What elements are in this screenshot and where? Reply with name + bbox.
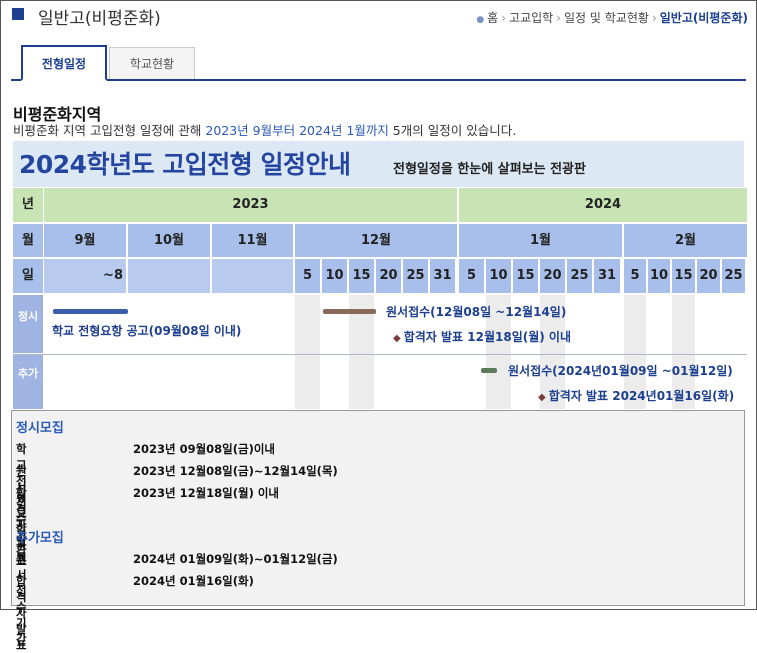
- day-cell: 25: [403, 259, 428, 293]
- day-oct: [128, 259, 210, 293]
- breadcrumb-schedule[interactable]: 일정 및 학교현황: [564, 11, 649, 25]
- additional-title: 추가모집: [16, 531, 64, 546]
- day-cell: 10: [486, 259, 511, 293]
- row-key: 합격자발표: [16, 574, 27, 652]
- day-cell: 5: [459, 259, 484, 293]
- banner-title: 2024학년도 고입전형 일정안내: [19, 150, 351, 179]
- chevron-right-icon: ›: [556, 11, 562, 25]
- year-2024: 2024: [459, 188, 747, 222]
- title-bullet-icon: [12, 8, 24, 20]
- intro-text: 비평준화 지역 고입전형 일정에 관해 2023년 9월부터 2024년 1월까…: [13, 120, 516, 139]
- month-oct: 10월: [128, 224, 210, 257]
- day-cell: 25: [722, 259, 745, 293]
- event-add-result: ◆ 합격자 발표 2024년01월16일(화): [538, 387, 734, 404]
- chevron-right-icon: ›: [651, 11, 657, 25]
- label-additional-text: 추가: [17, 367, 39, 380]
- label-regular: 정시: [13, 295, 43, 353]
- tab-schedule[interactable]: 전형일정: [21, 45, 107, 81]
- row-value: 2023년 09월08일(금)이내: [133, 442, 276, 456]
- day-cell: 15: [349, 259, 374, 293]
- day-cell: 15: [513, 259, 538, 293]
- day-row-label: 일: [13, 259, 43, 293]
- day-cell: 15: [672, 259, 695, 293]
- banner-subtitle: 전형일정을 한눈에 살펴보는 전광판: [393, 162, 586, 177]
- day-cell: 10: [648, 259, 670, 293]
- breadcrumb-bullet-icon: ●: [476, 15, 485, 25]
- regular-title: 정시모집: [16, 421, 64, 436]
- day-cell: 10: [322, 259, 347, 293]
- month-row-label: 월: [13, 224, 43, 257]
- year-2023: 2023: [44, 188, 457, 222]
- event-application: 원서접수(12월08일 ~12월14일): [386, 305, 567, 319]
- chevron-right-icon: ›: [501, 11, 507, 25]
- week-stripe: [295, 295, 320, 409]
- month-dec: 12월: [295, 224, 457, 257]
- day-cell: 5: [624, 259, 646, 293]
- event-bar-add-application: [481, 368, 497, 373]
- day-cell: 31: [594, 259, 620, 293]
- month-nov: 11월: [212, 224, 293, 257]
- row-value: 2023년 12월18일(월) 이내: [133, 486, 280, 500]
- month-sep: 9월: [44, 224, 126, 257]
- intro-pre: 비평준화 지역 고입전형 일정에 관해: [13, 123, 206, 138]
- label-regular-text: 정시: [17, 310, 39, 323]
- month-jan: 1월: [459, 224, 622, 257]
- year-row-label: 년: [13, 188, 43, 222]
- breadcrumb-admission[interactable]: 고교입학: [509, 11, 553, 25]
- event-add-application: 원서접수(2024년01월09일 ~01월12일): [508, 364, 733, 378]
- row-value: 2024년 01월09일(화)~01월12일(금): [133, 552, 338, 566]
- day-cell: 20: [697, 259, 720, 293]
- label-additional: 추가: [13, 354, 43, 409]
- schedule-banner: 2024학년도 고입전형 일정안내 전형일정을 한눈에 살펴보는 전광판: [13, 141, 744, 187]
- breadcrumb-home[interactable]: 홈: [487, 11, 498, 25]
- row-value: 2023년 12월08일(금)~12월14일(목): [133, 464, 338, 478]
- schedule-detail-box: 정시모집 학교 전형요항 공고 2023년 09월08일(금)이내 원서접수기간 2…: [11, 410, 745, 652]
- tab-underline: [11, 79, 746, 81]
- tab-school-status[interactable]: 학교현황: [109, 47, 195, 79]
- breadcrumb: ● 홈 › 고교입학 › 일정 및 학교현황 › 일반고(비평준화): [476, 9, 748, 26]
- intro-post: 5개의 일정이 있습니다.: [388, 123, 517, 138]
- day-cell: 20: [376, 259, 401, 293]
- breadcrumb-current: 일반고(비평준화): [659, 11, 748, 25]
- event-bar-application: [323, 309, 376, 314]
- day-nov: [212, 259, 293, 293]
- day-cell: 5: [295, 259, 320, 293]
- day-cell: 25: [567, 259, 592, 293]
- day-sep: ~8: [44, 259, 126, 293]
- diamond-icon: ◆: [538, 392, 546, 403]
- month-feb: 2월: [624, 224, 747, 257]
- day-cell: 20: [540, 259, 565, 293]
- intro-range: 2023년 9월부터 2024년 1월까지: [205, 123, 389, 138]
- diamond-icon: ◆: [393, 333, 401, 344]
- event-divider: [13, 354, 747, 355]
- day-cell: 31: [430, 259, 455, 293]
- event-result-text: 합격자 발표 12월18일(월) 이내: [403, 330, 572, 344]
- event-add-result-text: 합격자 발표 2024년01월16일(화): [548, 389, 735, 403]
- event-bar-announce: [53, 309, 128, 314]
- row-value: 2024년 01월16일(화): [133, 574, 254, 588]
- event-announce: 학교 전형요항 공고(09월08일 이내): [52, 324, 242, 338]
- event-result: ◆ 합격자 발표 12월18일(월) 이내: [393, 328, 571, 345]
- page-title: 일반고(비평준화): [38, 9, 161, 29]
